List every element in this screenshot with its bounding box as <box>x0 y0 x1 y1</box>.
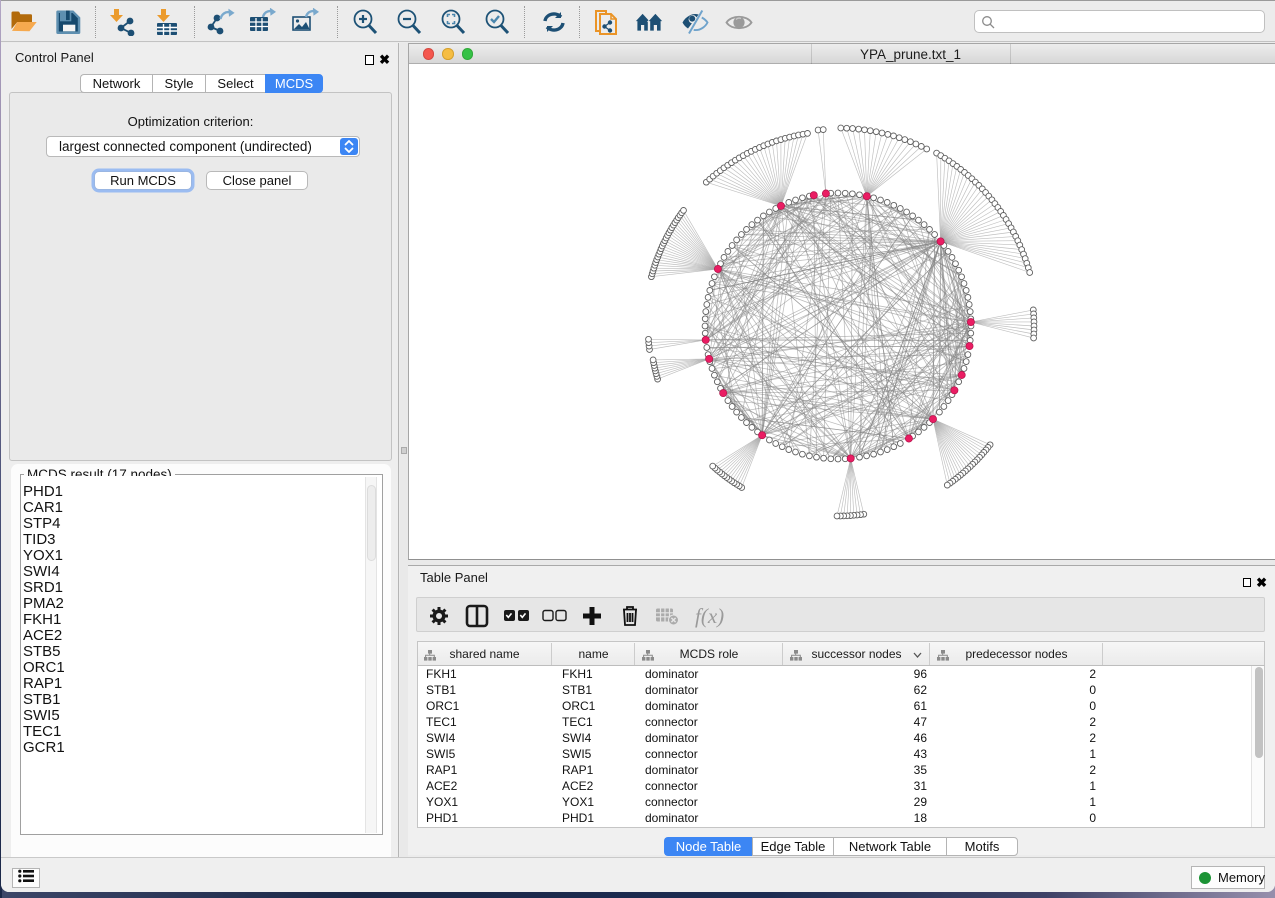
svg-text:f(x): f(x) <box>695 604 724 628</box>
